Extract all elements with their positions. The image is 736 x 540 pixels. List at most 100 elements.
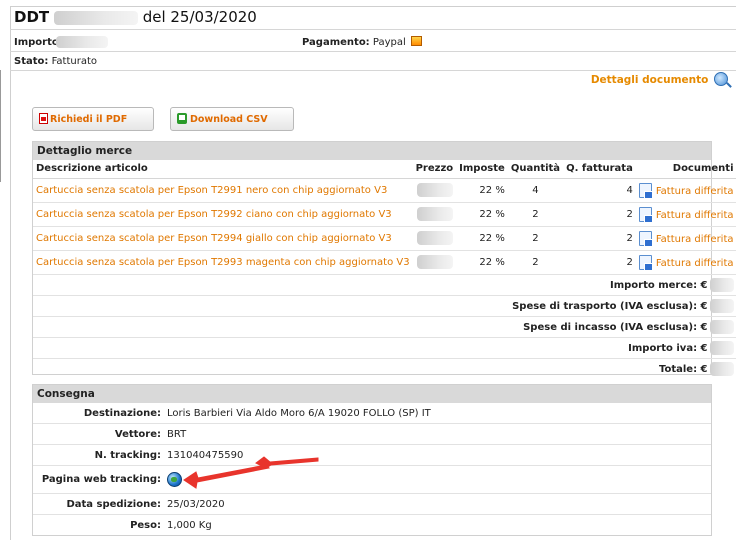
total-row: Importo merce: €	[33, 274, 736, 296]
col-q-fatturata: Q. fatturata	[563, 160, 636, 179]
total-label: Spese di trasporto (IVA esclusa): €	[512, 300, 708, 312]
web-tracking-row: Pagina web tracking:	[33, 466, 711, 494]
divider	[10, 70, 736, 71]
tracking-value: 131040475590	[167, 449, 244, 461]
peso-value: 1,000 Kg	[167, 520, 212, 531]
peso-row: Peso: 1,000 Kg	[33, 515, 711, 536]
stato-row: Stato: Fatturato	[14, 56, 97, 67]
col-imposte: Imposte	[456, 160, 508, 179]
item-quantita: 4	[507, 178, 564, 203]
fattura-differita-link[interactable]: Fattura differita	[656, 234, 734, 245]
pagamento-row: Pagamento: Paypal	[302, 36, 422, 48]
item-documento[interactable]: Fattura differita	[635, 250, 736, 275]
item-price	[412, 226, 457, 251]
item-quantita: 2	[507, 202, 564, 227]
spese-incasso: Spese di incasso (IVA esclusa): €	[33, 316, 736, 338]
item-description-link[interactable]: Cartuccia senza scatola per Epson T2993 …	[33, 250, 413, 275]
importo-label: Importo	[14, 37, 59, 48]
spese-trasporto: Spese di trasporto (IVA esclusa): €	[33, 295, 736, 317]
totale: Totale: €	[33, 358, 736, 379]
fattura-differita-link[interactable]: Fattura differita	[656, 210, 734, 221]
pagamento-label: Pagamento:	[302, 37, 370, 48]
dettaglio-merce-title: Dettaglio merce	[33, 142, 711, 160]
redacted-amount	[709, 277, 734, 292]
merce-table-header: Descrizione articolo Prezzo Imposte Quan…	[33, 160, 736, 179]
document-icon	[638, 182, 653, 199]
redacted-price	[417, 183, 454, 197]
stato-label: Stato:	[14, 56, 49, 67]
dettagli-documento-link[interactable]: Dettagli documento	[591, 72, 728, 86]
document-title: DDT del 25/03/2020	[14, 8, 257, 30]
richiedi-pdf-label: Richiedi il PDF	[50, 114, 128, 125]
destinazione-value: Loris Barbieri Via Aldo Moro 6/A 19020 F…	[167, 407, 431, 419]
col-descrizione: Descrizione articolo	[33, 160, 413, 179]
table-row: Cartuccia senza scatola per Epson T2993 …	[33, 250, 736, 275]
web-tracking-label: Pagina web tracking:	[41, 474, 161, 485]
data-spedizione-label: Data spedizione:	[66, 498, 161, 510]
item-imposte: 22 %	[456, 178, 508, 203]
vettore-label: Vettore:	[114, 428, 161, 440]
redacted-ddt-number	[53, 10, 138, 25]
item-quantita: 2	[507, 250, 564, 275]
ddt-date: del 25/03/2020	[142, 8, 257, 26]
redacted-amount	[709, 361, 734, 376]
table-row: Cartuccia senza scatola per Epson T2991 …	[33, 178, 736, 203]
divider	[10, 29, 736, 30]
item-documento[interactable]: Fattura differita	[635, 202, 736, 227]
item-description-link[interactable]: Cartuccia senza scatola per Epson T2991 …	[33, 178, 413, 203]
col-quantita: Quantità	[507, 160, 564, 179]
redacted-amount	[709, 319, 734, 334]
left-edge-marks	[0, 70, 6, 182]
item-price	[412, 250, 457, 275]
web-tracking-link[interactable]	[165, 472, 182, 487]
dettagli-documento-label: Dettagli documento	[590, 74, 709, 86]
redacted-amount	[709, 298, 734, 313]
item-q-fatturata: 2	[563, 226, 636, 251]
item-documento[interactable]: Fattura differita	[635, 226, 736, 251]
redacted-price	[417, 255, 454, 269]
data-spedizione-row: Data spedizione: 25/03/2020	[33, 494, 711, 515]
col-prezzo: Prezzo	[412, 160, 457, 179]
pdf-icon	[39, 113, 48, 124]
col-documenti: Documenti	[635, 160, 736, 179]
redacted-price	[417, 231, 454, 245]
item-q-fatturata: 2	[563, 202, 636, 227]
item-price	[412, 202, 457, 227]
total-row: Importo iva: €	[33, 337, 736, 359]
item-documento[interactable]: Fattura differita	[635, 178, 736, 203]
ddt-label: DDT	[14, 8, 50, 26]
richiedi-pdf-button[interactable]: Richiedi il PDF	[32, 107, 154, 131]
document-icon	[638, 254, 653, 271]
item-description-link[interactable]: Cartuccia senza scatola per Epson T2992 …	[33, 202, 413, 227]
total-row: Spese di incasso (IVA esclusa): €	[33, 316, 736, 338]
peso-label: Peso:	[130, 520, 161, 531]
vettore-row: Vettore: BRT	[33, 424, 711, 445]
total-label: Importo iva: €	[628, 342, 708, 354]
item-q-fatturata: 4	[563, 178, 636, 203]
tracking-label: N. tracking:	[94, 449, 161, 461]
vettore-value: BRT	[167, 428, 187, 440]
fattura-differita-link[interactable]: Fattura differita	[656, 258, 734, 269]
total-label: Spese di incasso (IVA esclusa): €	[523, 321, 708, 333]
consegna-title: Consegna	[33, 385, 711, 403]
pagamento-value: Paypal	[372, 37, 406, 48]
download-csv-button[interactable]: Download CSV	[170, 107, 294, 131]
table-row: Cartuccia senza scatola per Epson T2994 …	[33, 226, 736, 251]
item-description-link[interactable]: Cartuccia senza scatola per Epson T2994 …	[33, 226, 413, 251]
importo-iva: Importo iva: €	[33, 337, 736, 359]
csv-icon	[177, 113, 187, 124]
redacted-price	[417, 207, 454, 221]
magnifier-icon	[714, 72, 728, 86]
destinazione-label: Destinazione:	[83, 407, 161, 419]
redacted-importo	[55, 36, 108, 48]
item-q-fatturata: 2	[563, 250, 636, 275]
total-label: Totale: €	[658, 363, 708, 375]
destinazione-row: Destinazione: Loris Barbieri Via Aldo Mo…	[33, 403, 711, 424]
fattura-differita-link[interactable]: Fattura differita	[656, 186, 734, 197]
item-price	[412, 178, 457, 203]
item-quantita: 2	[507, 226, 564, 251]
dettaglio-merce-panel: Dettaglio merce Descrizione articolo Pre…	[32, 141, 736, 376]
globe-icon[interactable]	[167, 472, 182, 487]
total-label: Importo merce: €	[610, 279, 708, 291]
data-spedizione-value: 25/03/2020	[167, 498, 225, 510]
